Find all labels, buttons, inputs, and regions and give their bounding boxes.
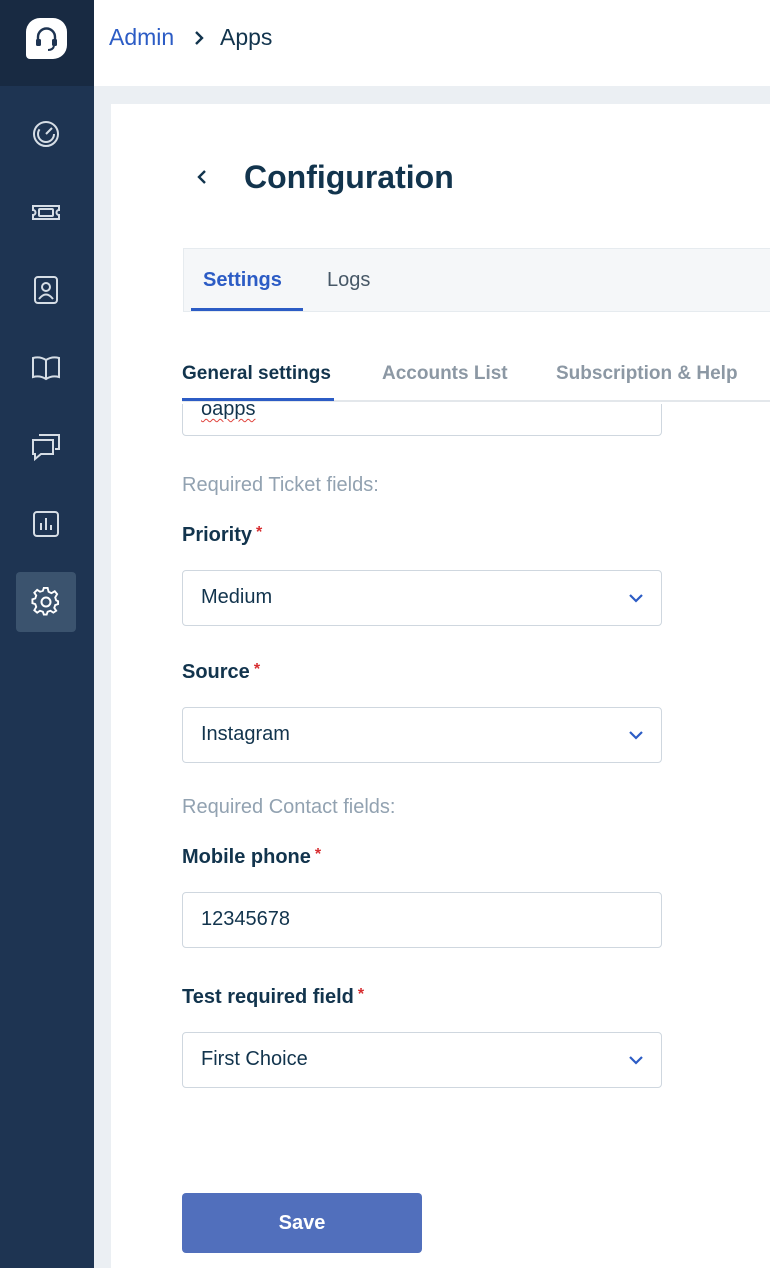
tab-settings[interactable]: Settings — [203, 269, 282, 292]
chat-icon — [32, 434, 60, 461]
save-button[interactable]: Save — [182, 1193, 422, 1253]
top-bar: Admin Apps — [94, 0, 770, 86]
chevron-down-icon — [629, 1056, 643, 1065]
mobile-phone-value: 12345678 — [201, 908, 290, 930]
breadcrumb-admin[interactable]: Admin — [109, 24, 174, 51]
priority-select[interactable]: Medium — [182, 570, 662, 626]
required-asterisk: * — [256, 524, 263, 541]
mobile-phone-input[interactable]: 12345678 — [182, 892, 662, 948]
logo-area — [0, 0, 94, 86]
reports-icon — [33, 511, 59, 537]
subtab-subscription-help[interactable]: Subscription & Help — [556, 363, 738, 385]
tab-bar: Settings Logs — [183, 248, 770, 312]
required-asterisk: * — [253, 661, 261, 678]
contact-fields-heading: Required Contact fields: — [182, 796, 396, 818]
ticket-icon — [32, 205, 60, 220]
back-chevron-icon[interactable] — [191, 164, 215, 190]
mobile-phone-label: Mobile phone * — [182, 846, 322, 868]
chevron-down-icon — [629, 731, 643, 740]
nav-admin[interactable] — [16, 572, 76, 632]
sidebar — [0, 0, 94, 1268]
test-required-field-value: First Choice — [201, 1048, 308, 1070]
required-asterisk: * — [357, 986, 365, 1003]
settings-form: oapps Required Ticket fields: Priority * … — [111, 404, 770, 1268]
tab-logs[interactable]: Logs — [327, 269, 370, 292]
book-icon — [32, 356, 60, 381]
subtab-accounts-list[interactable]: Accounts List — [382, 363, 508, 385]
chevron-right-icon — [195, 31, 204, 45]
nav-reports[interactable] — [16, 494, 76, 554]
top-field-value: oapps — [201, 404, 256, 420]
source-value: Instagram — [201, 723, 290, 745]
subtab-active-indicator — [182, 398, 334, 401]
priority-value: Medium — [201, 586, 273, 608]
top-text-field[interactable]: oapps — [182, 404, 662, 436]
subtab-bar: General settings Accounts List Subscript… — [182, 360, 770, 402]
subtab-general-settings[interactable]: General settings — [182, 363, 331, 385]
required-asterisk: * — [314, 846, 322, 863]
source-select[interactable]: Instagram — [182, 707, 662, 763]
contacts-icon — [34, 276, 58, 304]
test-required-field-select[interactable]: First Choice — [182, 1032, 662, 1088]
priority-label: Priority * — [182, 524, 263, 546]
nav-tickets[interactable] — [16, 182, 76, 242]
ticket-fields-heading: Required Ticket fields: — [182, 474, 379, 496]
dashboard-icon — [33, 121, 59, 147]
test-required-field-label: Test required field * — [182, 986, 365, 1008]
page-title: Configuration — [244, 159, 454, 195]
chevron-down-icon — [629, 594, 643, 603]
gear-icon — [31, 587, 60, 616]
main-card: Configuration Settings Logs General sett… — [111, 104, 770, 1268]
breadcrumb-apps: Apps — [220, 24, 273, 50]
source-label: Source * — [182, 661, 261, 683]
nav-contacts[interactable] — [16, 260, 76, 320]
nav-solutions[interactable] — [16, 338, 76, 398]
freshdesk-logo[interactable] — [26, 18, 67, 59]
tab-active-indicator — [191, 308, 303, 311]
nav-dashboard[interactable] — [16, 104, 76, 164]
nav-discussions[interactable] — [16, 416, 76, 476]
